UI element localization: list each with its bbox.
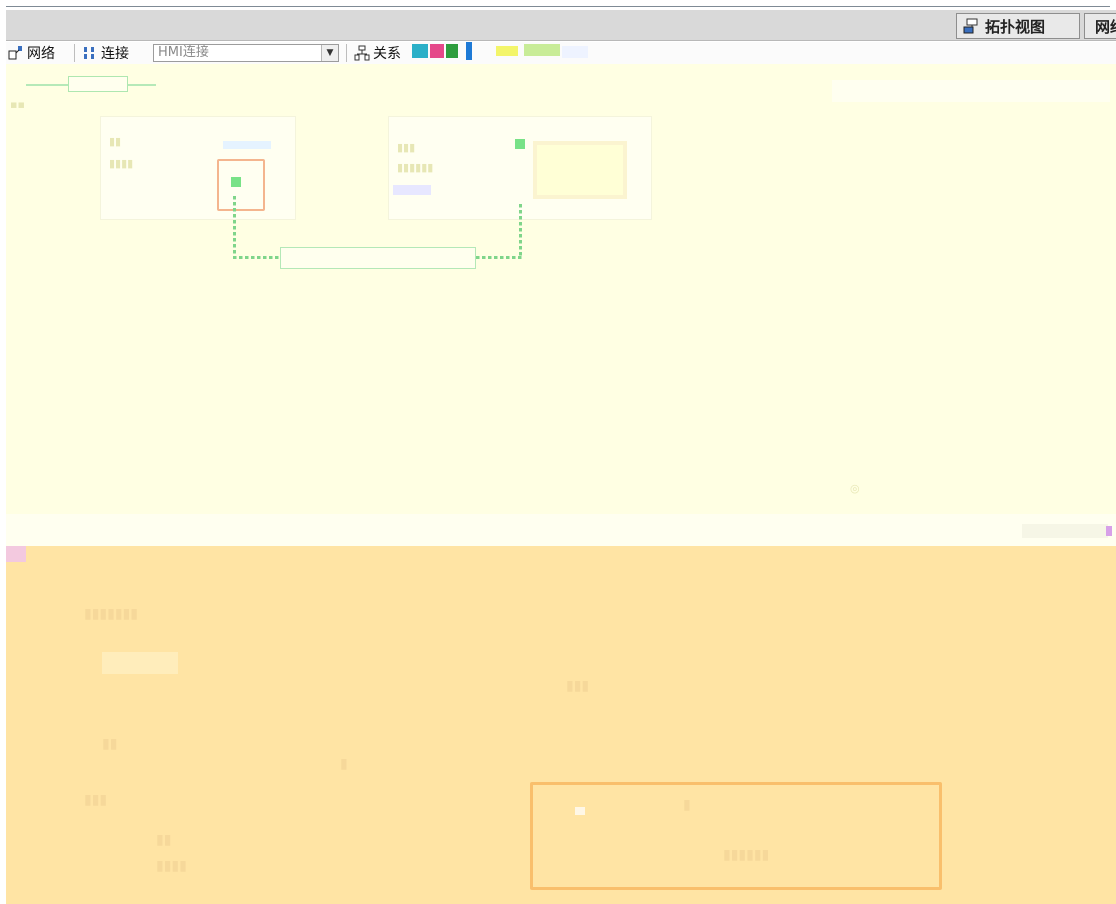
inspector-panel: ▮▮▮▮▮▮▮ ▮▮▮ ▮▮ ▮ ▮▮▮ ▮▮ ▮▮▮▮ ▮ ▮▮▮▮▮▮ <box>6 546 1116 904</box>
device-tag-faint <box>223 141 271 149</box>
device-link-faint <box>393 185 431 195</box>
chevron-down-icon[interactable]: ▼ <box>321 45 338 61</box>
frame-dot <box>575 807 585 815</box>
connect-tool-icon <box>84 47 94 59</box>
ethernet-port[interactable] <box>515 139 525 149</box>
device-type-faint: ▮▮▮▮▮▮ <box>397 161 434 174</box>
canvas-overview-faint <box>832 80 1110 102</box>
faded-frame-text: ▮▮▮▮▮▮ <box>723 847 770 863</box>
tab-network-view[interactable]: 网络视图 <box>1084 13 1116 39</box>
relation-button[interactable]: 关系 <box>354 43 401 63</box>
tab-network-label: 网络视图 <box>1095 17 1116 36</box>
faded-label: ▮▮▮ <box>84 792 108 808</box>
faded-button <box>102 652 178 674</box>
device-name-faint: ▮▮▮ <box>397 141 416 154</box>
network-button[interactable]: 网络 <box>8 43 55 63</box>
faded-section-title: ▮▮▮▮▮▮▮ <box>84 606 138 622</box>
glitch-fragment <box>1106 526 1112 536</box>
faded-value: ▮▮▮▮ <box>156 858 187 874</box>
faded-value: ▮▮ <box>156 832 172 848</box>
device-type-faint: ▮▮▮▮ <box>109 157 134 170</box>
network-tool-icon <box>8 46 22 60</box>
ethernet-port[interactable] <box>231 177 241 187</box>
glitch-fragment <box>562 46 588 58</box>
network-link[interactable] <box>476 256 522 259</box>
network-canvas[interactable]: ▪▪ ▮▮ ▮▮▮▮ ▮▮▮ ▮▮▮▮▮▮ ◎ <box>6 64 1116 546</box>
device-plc[interactable]: ▮▮ ▮▮▮▮ <box>100 116 296 220</box>
panel-icon-fragment <box>6 546 26 562</box>
title-separator <box>6 6 1110 7</box>
subnet-label[interactable] <box>68 76 128 92</box>
device-name-faint: ▮▮ <box>109 135 122 148</box>
hmi-screen-icon <box>533 141 627 199</box>
connection-type-value: HMI连接 <box>158 45 209 60</box>
tab-topology-label: 拓扑视图 <box>985 17 1046 36</box>
zoom-control-faint: ◎ <box>850 482 860 495</box>
subnet-line <box>128 84 156 86</box>
splitter-controls-faint <box>1022 524 1108 538</box>
faded-label: ▮▮▮ <box>566 678 590 694</box>
topology-view-icon <box>963 18 978 34</box>
relation-button-label: 关系 <box>373 46 401 62</box>
tab-topology-view[interactable]: 拓扑视图 <box>956 13 1080 39</box>
toolbar-separator <box>74 44 75 62</box>
connect-button[interactable]: 连接 <box>82 43 129 63</box>
selected-port-box[interactable] <box>217 159 265 211</box>
faded-frame-text: ▮ <box>683 797 691 813</box>
faded-label: ▮▮ <box>102 736 118 752</box>
network-link[interactable] <box>519 204 522 258</box>
network-toolbar: 网络 连接 HMI连接 ▼ 关系 <box>6 42 1116 65</box>
panel-splitter[interactable] <box>6 514 1116 546</box>
relation-tool-icon <box>354 45 370 61</box>
glitch-fragment <box>446 44 458 58</box>
network-link[interactable] <box>233 196 236 258</box>
network-link[interactable] <box>233 256 283 259</box>
glitch-fragment <box>524 44 560 56</box>
glitch-fragment <box>412 44 428 58</box>
toolbar-separator <box>346 44 347 62</box>
faded-value: ▮ <box>340 756 348 772</box>
glitch-fragment <box>430 44 444 58</box>
faint-text: ▪▪ <box>10 98 25 111</box>
subnet-line <box>26 84 70 86</box>
connect-button-label: 连接 <box>101 46 129 62</box>
view-switch-bar: 拓扑视图 网络视图 <box>0 0 1116 42</box>
glitch-fragment <box>496 46 518 56</box>
network-button-label: 网络 <box>27 46 55 62</box>
highlight-frame: ▮ ▮▮▮▮▮▮ <box>530 782 942 890</box>
connection-type-select[interactable]: HMI连接 ▼ <box>153 44 339 62</box>
glitch-fragment <box>466 42 472 60</box>
link-label[interactable] <box>280 247 476 269</box>
view-tab-strip <box>6 10 1116 41</box>
